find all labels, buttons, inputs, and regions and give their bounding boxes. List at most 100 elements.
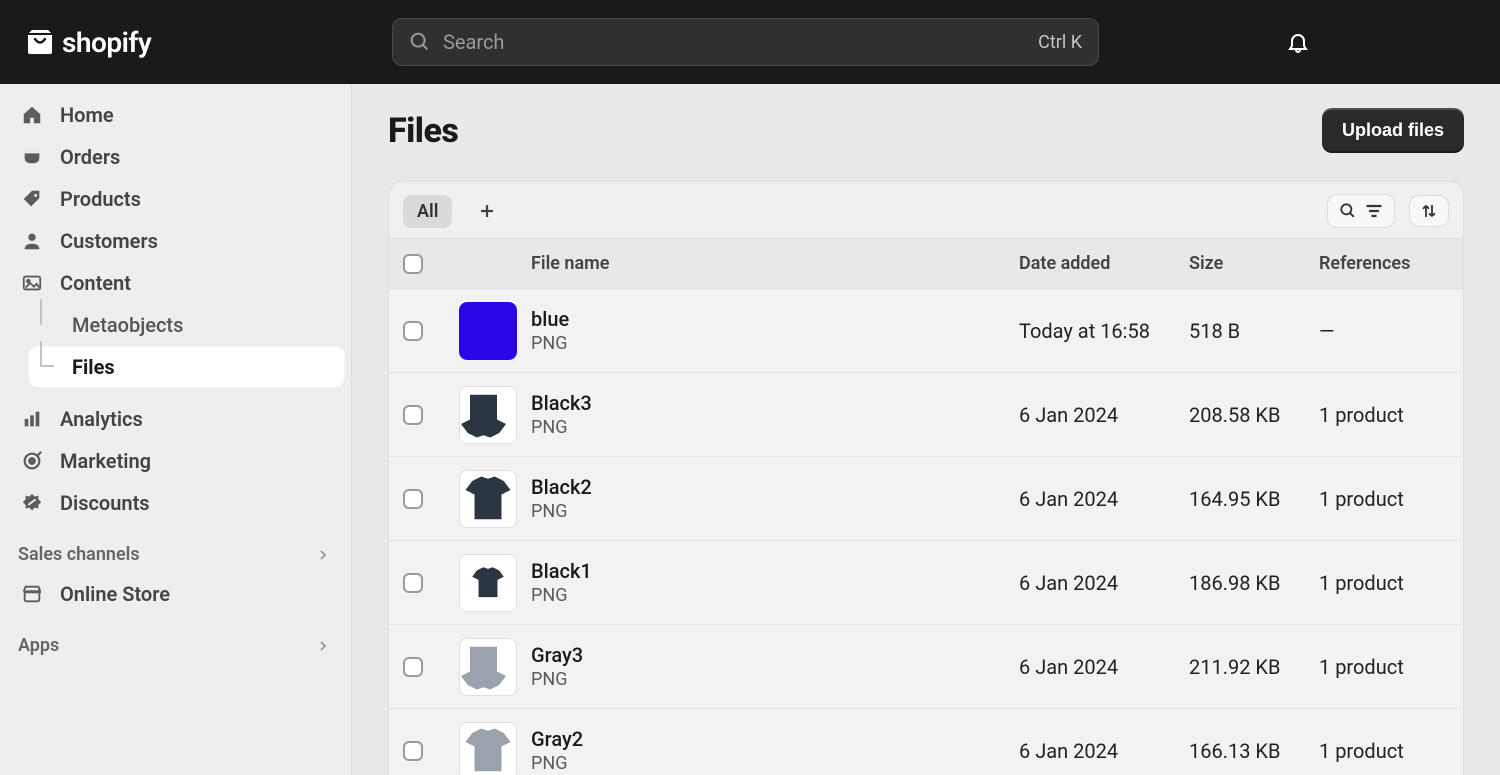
- sidebar-subitem-metaobjects[interactable]: Metaobjects: [32, 304, 339, 346]
- sidebar-item-products[interactable]: Products: [12, 178, 339, 220]
- file-date: 6 Jan 2024: [1019, 655, 1189, 679]
- sidebar-item-label: Online Store: [60, 582, 170, 606]
- file-references: 1 product: [1319, 571, 1449, 595]
- file-date: 6 Jan 2024: [1019, 487, 1189, 511]
- file-date: 6 Jan 2024: [1019, 739, 1189, 763]
- chevron-right-icon: [317, 549, 329, 561]
- sidebar: Home Orders Products Customers Content M…: [0, 84, 352, 775]
- file-type: PNG: [531, 417, 1019, 438]
- file-name: Black2: [531, 475, 1019, 499]
- analytics-icon: [20, 407, 44, 431]
- file-date: 6 Jan 2024: [1019, 571, 1189, 595]
- file-type: PNG: [531, 669, 1019, 690]
- sidebar-item-label: Products: [60, 187, 141, 211]
- table-body: blue PNG Today at 16:58 518 B — Black3 P…: [389, 289, 1463, 775]
- content-icon: [20, 271, 44, 295]
- file-thumbnail[interactable]: [459, 638, 517, 696]
- table-header: File name Date added Size References: [389, 239, 1463, 289]
- col-date-added[interactable]: Date added: [1019, 253, 1189, 274]
- person-icon: [20, 229, 44, 253]
- col-size[interactable]: Size: [1189, 253, 1319, 274]
- notifications-button[interactable]: [1286, 30, 1310, 54]
- add-view-button[interactable]: [470, 196, 504, 226]
- chevron-right-icon: [317, 640, 329, 652]
- marketing-icon: [20, 449, 44, 473]
- file-date: Today at 16:58: [1019, 319, 1189, 343]
- file-type: PNG: [531, 753, 1019, 774]
- orders-icon: [20, 145, 44, 169]
- sort-icon: [1420, 202, 1438, 220]
- sidebar-item-label: Content: [60, 271, 131, 295]
- file-name: Black1: [531, 559, 1019, 583]
- sort-button[interactable]: [1409, 195, 1449, 227]
- section-label: Apps: [18, 635, 59, 656]
- file-thumbnail[interactable]: [459, 386, 517, 444]
- tree-connector-icon: [32, 353, 60, 381]
- files-card: All File name: [388, 181, 1464, 775]
- sidebar-item-label: Marketing: [60, 449, 151, 473]
- upload-files-button[interactable]: Upload files: [1322, 108, 1464, 153]
- tag-icon: [20, 187, 44, 211]
- row-checkbox[interactable]: [403, 489, 423, 509]
- search-icon: [409, 31, 431, 53]
- file-references: 1 product: [1319, 739, 1449, 763]
- search-shortcut: Ctrl K: [1038, 32, 1082, 53]
- table-row[interactable]: Gray2 PNG 6 Jan 2024 166.13 KB 1 product: [389, 709, 1463, 775]
- file-size: 211.92 KB: [1189, 655, 1319, 679]
- col-file-name[interactable]: File name: [523, 253, 1019, 274]
- sidebar-item-orders[interactable]: Orders: [12, 136, 339, 178]
- row-checkbox[interactable]: [403, 321, 423, 341]
- bag-icon: [24, 24, 56, 60]
- file-thumbnail[interactable]: [459, 470, 517, 528]
- topbar: shopify Search Ctrl K: [0, 0, 1500, 84]
- discount-icon: [20, 491, 44, 515]
- row-checkbox[interactable]: [403, 573, 423, 593]
- sidebar-item-analytics[interactable]: Analytics: [12, 398, 339, 440]
- sidebar-item-home[interactable]: Home: [12, 94, 339, 136]
- sidebar-item-discounts[interactable]: Discounts: [12, 482, 339, 524]
- search-icon: [1338, 201, 1358, 221]
- file-references: 1 product: [1319, 403, 1449, 427]
- search-placeholder: Search: [443, 30, 1026, 54]
- file-type: PNG: [531, 585, 1019, 606]
- search-filter-button[interactable]: [1327, 194, 1395, 228]
- sidebar-section-sales-channels[interactable]: Sales channels: [18, 544, 339, 565]
- file-thumbnail[interactable]: [459, 302, 517, 360]
- table-row[interactable]: Black3 PNG 6 Jan 2024 208.58 KB 1 produc…: [389, 373, 1463, 457]
- row-checkbox[interactable]: [403, 405, 423, 425]
- file-name: Gray3: [531, 643, 1019, 667]
- sidebar-item-content[interactable]: Content: [12, 262, 339, 304]
- sidebar-section-apps[interactable]: Apps: [18, 635, 339, 656]
- table-row[interactable]: Black1 PNG 6 Jan 2024 186.98 KB 1 produc…: [389, 541, 1463, 625]
- sidebar-item-label: Home: [60, 103, 114, 127]
- file-name: Black3: [531, 391, 1019, 415]
- home-icon: [20, 103, 44, 127]
- sidebar-item-online-store[interactable]: Online Store: [12, 573, 339, 615]
- select-all-checkbox[interactable]: [403, 254, 423, 274]
- store-icon: [20, 582, 44, 606]
- file-thumbnail[interactable]: [459, 554, 517, 612]
- row-checkbox[interactable]: [403, 657, 423, 677]
- file-references: 1 product: [1319, 655, 1449, 679]
- col-references[interactable]: References: [1319, 253, 1449, 274]
- brand-name: shopify: [62, 26, 151, 59]
- file-size: 186.98 KB: [1189, 571, 1319, 595]
- row-checkbox[interactable]: [403, 741, 423, 761]
- search-input[interactable]: Search Ctrl K: [392, 18, 1099, 66]
- sidebar-item-label: Analytics: [60, 407, 143, 431]
- brand-logo: shopify: [24, 24, 151, 60]
- sidebar-item-customers[interactable]: Customers: [12, 220, 339, 262]
- search-wrap: Search Ctrl K: [392, 18, 1099, 66]
- sidebar-item-marketing[interactable]: Marketing: [12, 440, 339, 482]
- sidebar-item-label: Customers: [60, 229, 158, 253]
- file-size: 164.95 KB: [1189, 487, 1319, 511]
- table-row[interactable]: Gray3 PNG 6 Jan 2024 211.92 KB 1 product: [389, 625, 1463, 709]
- table-row[interactable]: Black2 PNG 6 Jan 2024 164.95 KB 1 produc…: [389, 457, 1463, 541]
- table-row[interactable]: blue PNG Today at 16:58 518 B —: [389, 289, 1463, 373]
- tab-all[interactable]: All: [403, 195, 452, 228]
- sidebar-subitem-files[interactable]: Files: [28, 346, 345, 388]
- file-type: PNG: [531, 333, 1019, 354]
- sidebar-subitem-label: Metaobjects: [72, 313, 183, 337]
- file-thumbnail[interactable]: [459, 722, 517, 775]
- file-date: 6 Jan 2024: [1019, 403, 1189, 427]
